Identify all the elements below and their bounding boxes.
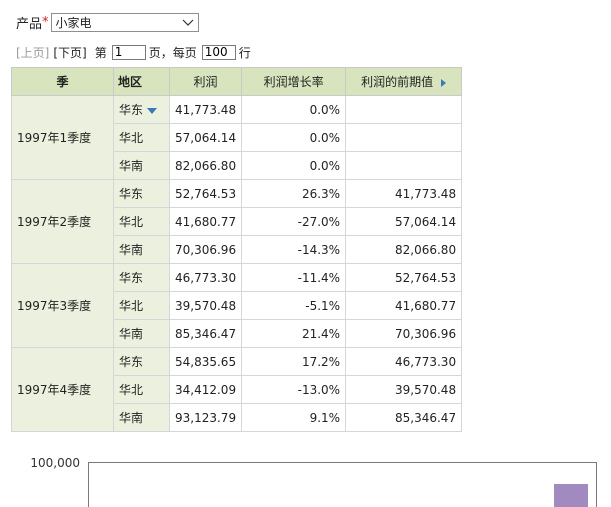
growth-cell: 0.0% <box>241 123 347 152</box>
column-header-profit[interactable]: 利润 <box>168 67 243 96</box>
profit-cell: 82,066.80 <box>168 151 243 180</box>
profit-cell: 54,835.65 <box>168 347 243 376</box>
region-label: 华南 <box>119 159 144 173</box>
table-row: 1997年1季度 华东 41,773.48 0.0% <box>11 95 463 180</box>
prev-value-cell: 39,570.48 <box>345 375 463 404</box>
page-number-input[interactable] <box>111 44 146 60</box>
next-page-link[interactable]: [下页] <box>53 44 86 61</box>
growth-cell: -5.1% <box>241 291 347 320</box>
region-label: 华南 <box>119 411 144 425</box>
pagination-bar: [上页] [下页] 第 页，每页 行 <box>16 44 253 60</box>
region-label: 华东 <box>119 187 144 201</box>
table-row: 1997年2季度 华东 52,764.53 26.3% 41,773.48 <box>11 179 463 264</box>
product-filter-label: 产品 <box>16 16 43 32</box>
column-header-season[interactable]: 季 <box>11 67 114 96</box>
region-cell[interactable]: 华南 <box>113 235 170 264</box>
profit-chart: 100,000 <box>30 456 597 507</box>
required-mark: * <box>42 14 49 30</box>
region-cell[interactable]: 华南 <box>113 319 170 348</box>
region-cell[interactable]: 华东 <box>113 347 170 376</box>
region-label: 华南 <box>119 327 144 341</box>
profit-cell: 41,680.77 <box>168 207 243 236</box>
season-cell[interactable]: 1997年3季度 <box>11 263 114 348</box>
page-size-input[interactable] <box>201 44 236 60</box>
growth-cell: 0.0% <box>241 95 347 124</box>
table-row: 1997年4季度 华东 54,835.65 17.2% 46,773.30 <box>11 347 463 432</box>
season-cell[interactable]: 1997年2季度 <box>11 179 114 264</box>
prev-value-cell: 41,773.48 <box>345 179 463 208</box>
expand-right-icon[interactable] <box>441 78 447 87</box>
growth-cell: -27.0% <box>241 207 347 236</box>
region-label: 华北 <box>119 299 144 313</box>
prev-value-cell: 52,764.53 <box>345 263 463 292</box>
dropdown-triangle-icon[interactable] <box>147 107 158 114</box>
page-size-suffix-label: 行 <box>238 45 251 60</box>
region-cell[interactable]: 华北 <box>113 207 170 236</box>
region-cell[interactable]: 华东 <box>113 95 170 124</box>
season-cell[interactable]: 1997年1季度 <box>11 95 114 180</box>
region-label: 华北 <box>119 215 144 229</box>
prev-value-cell: 41,680.77 <box>345 291 463 320</box>
region-cell[interactable]: 华东 <box>113 263 170 292</box>
product-filter: 产品 * 小家电 <box>16 12 199 32</box>
prev-value-cell: 57,064.14 <box>345 207 463 236</box>
region-cell[interactable]: 华北 <box>113 123 170 152</box>
growth-cell: -13.0% <box>241 375 347 404</box>
prev-value-cell: 85,346.47 <box>345 403 463 432</box>
region-cell[interactable]: 华北 <box>113 375 170 404</box>
season-cell[interactable]: 1997年4季度 <box>11 347 114 432</box>
prev-value-cell: 82,066.80 <box>345 235 463 264</box>
profit-table: 季 地区 利润 利润增长率 利润的前期值 1997年1季度 华东 41,773.48… <box>11 67 463 432</box>
profit-cell: 85,346.47 <box>168 319 243 348</box>
growth-cell: 21.4% <box>241 319 347 348</box>
growth-cell: 17.2% <box>241 347 347 376</box>
region-cell[interactable]: 华北 <box>113 291 170 320</box>
region-label: 华北 <box>119 383 144 397</box>
prev-value-cell <box>345 123 463 152</box>
growth-cell: 9.1% <box>241 403 347 432</box>
region-label: 华东 <box>119 355 144 369</box>
chevron-down-icon <box>182 17 194 27</box>
region-label: 华东 <box>119 271 144 285</box>
profit-cell: 41,773.48 <box>168 95 243 124</box>
table-header-row: 季 地区 利润 利润增长率 利润的前期值 <box>11 67 463 96</box>
prev-value-cell: 70,306.96 <box>345 319 463 348</box>
region-label: 华南 <box>119 243 144 257</box>
profit-cell: 46,773.30 <box>168 263 243 292</box>
growth-cell: 0.0% <box>241 151 347 180</box>
region-cell[interactable]: 华南 <box>113 151 170 180</box>
page-prefix-label: 第 <box>94 45 107 60</box>
region-label: 华东 <box>119 103 144 117</box>
region-cell[interactable]: 华南 <box>113 403 170 432</box>
column-header-region[interactable]: 地区 <box>113 67 170 96</box>
chart-bar[interactable] <box>554 484 588 507</box>
profit-cell: 39,570.48 <box>168 291 243 320</box>
growth-cell: 26.3% <box>241 179 347 208</box>
prev-value-cell: 46,773.30 <box>345 347 463 376</box>
growth-cell: -11.4% <box>241 263 347 292</box>
region-cell[interactable]: 华东 <box>113 179 170 208</box>
region-label: 华北 <box>119 131 144 145</box>
page-suffix-label: 页，每页 <box>148 45 197 60</box>
prev-value-cell <box>345 95 463 124</box>
profit-cell: 34,412.09 <box>168 375 243 404</box>
profit-cell: 93,123.79 <box>168 403 243 432</box>
profit-cell: 52,764.53 <box>168 179 243 208</box>
prev-page-link[interactable]: [上页] <box>16 44 49 61</box>
column-header-prev-label: 利润的前期值 <box>361 75 434 89</box>
y-tick-label: 100,000 <box>30 456 80 470</box>
profit-cell: 57,064.14 <box>168 123 243 152</box>
table-row: 1997年3季度 华东 46,773.30 -11.4% 52,764.53 <box>11 263 463 348</box>
product-select-value: 小家电 <box>55 15 92 30</box>
product-select[interactable]: 小家电 <box>50 12 199 32</box>
column-header-growth[interactable]: 利润增长率 <box>241 67 347 96</box>
chart-plot-frame <box>88 462 597 507</box>
profit-cell: 70,306.96 <box>168 235 243 264</box>
growth-cell: -14.3% <box>241 235 347 264</box>
column-header-prev[interactable]: 利润的前期值 <box>345 67 463 96</box>
prev-value-cell <box>345 151 463 180</box>
